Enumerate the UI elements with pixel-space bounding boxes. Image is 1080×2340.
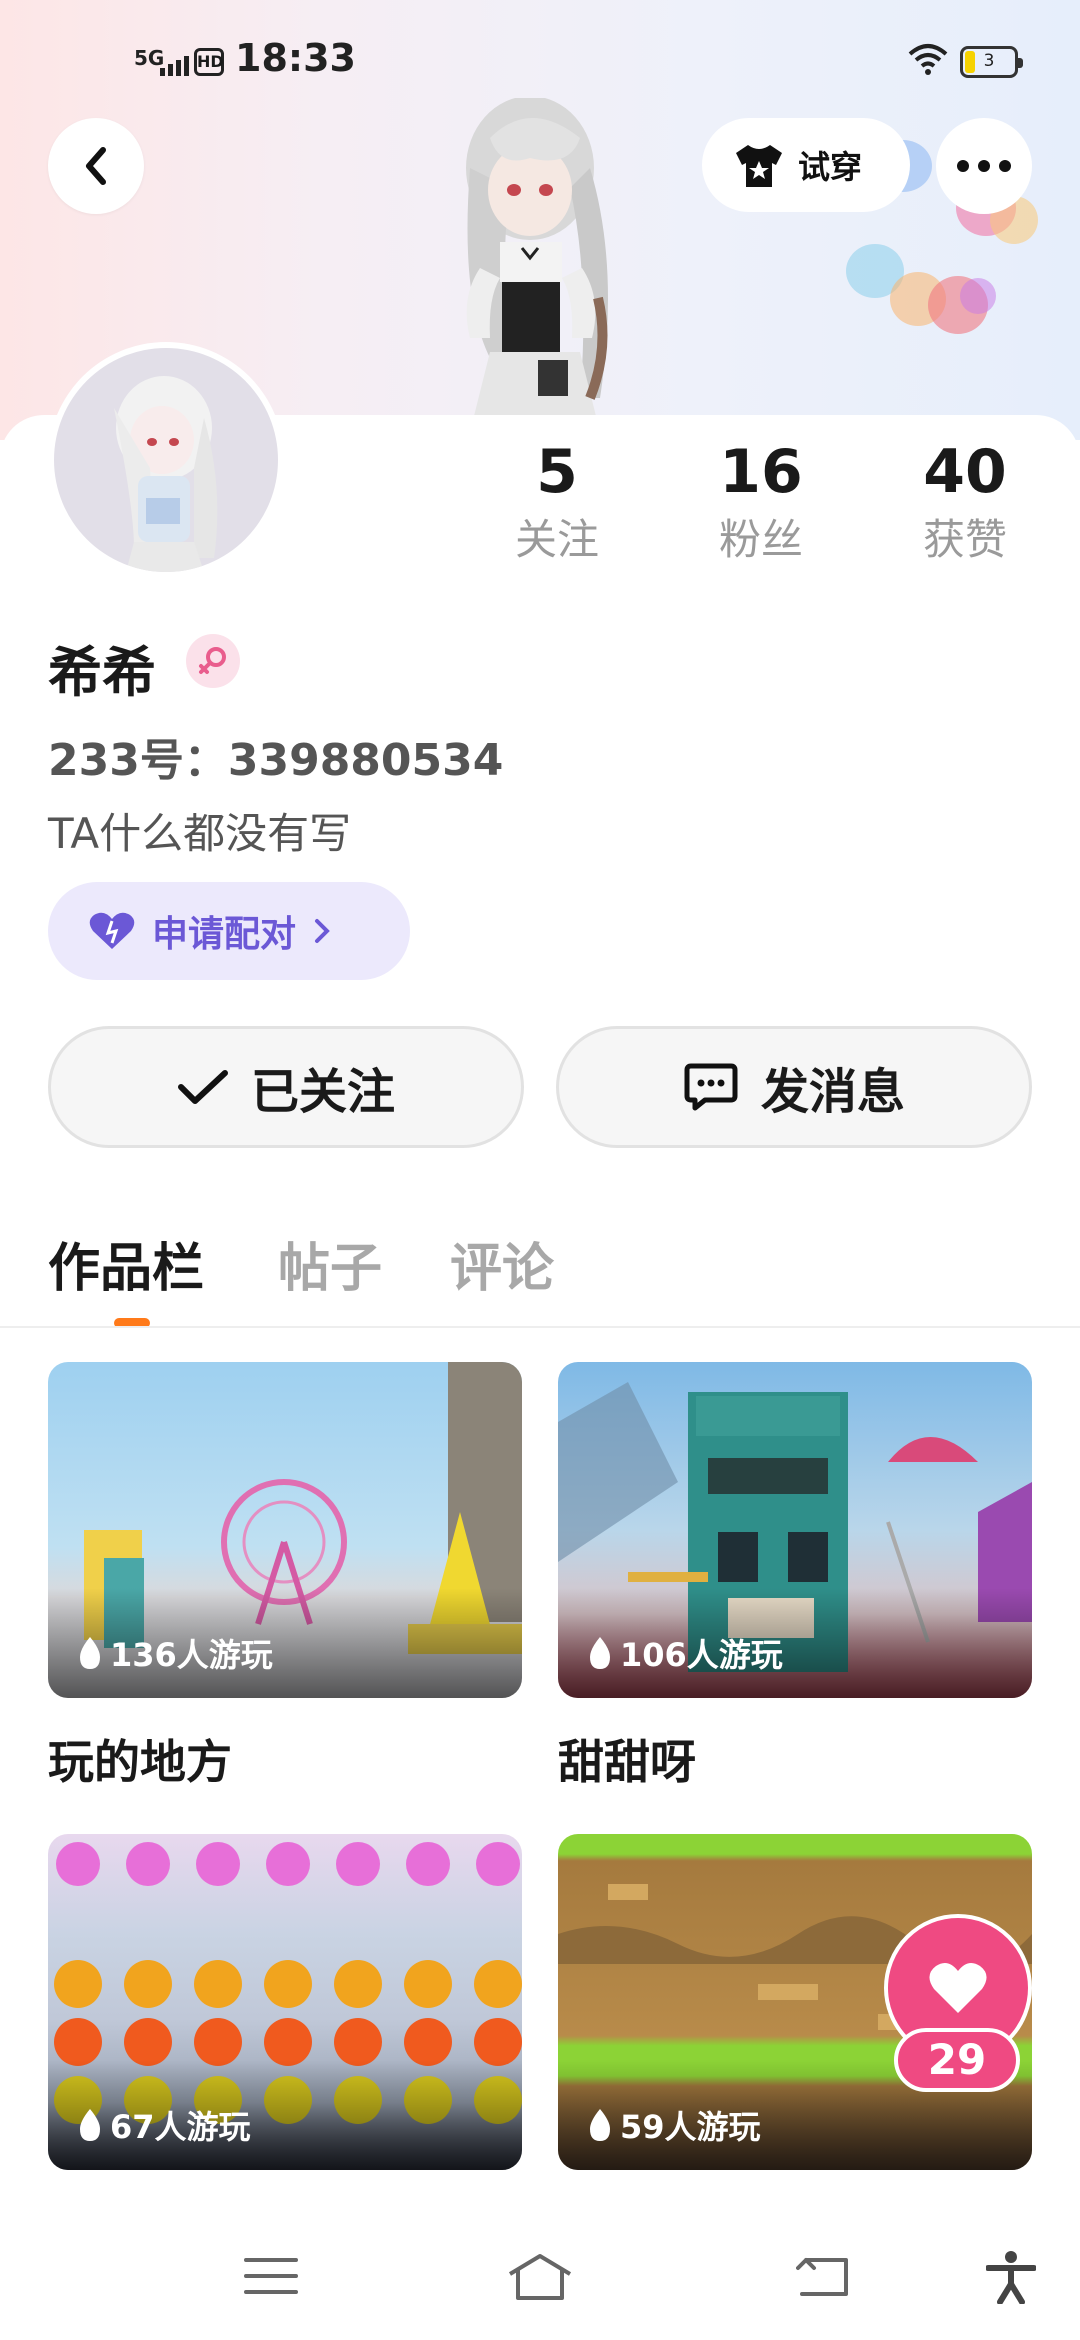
more-button[interactable] xyxy=(936,118,1032,214)
back-icon xyxy=(86,147,106,185)
profile-name: 希希 xyxy=(48,641,156,704)
stat-likes-label: 获赞 xyxy=(922,515,1007,564)
flame-icon xyxy=(590,1637,610,1669)
play-count: 136人游玩 xyxy=(76,1630,273,1676)
more-icon xyxy=(957,160,1011,172)
profile-uid: 233号：339880534 xyxy=(48,735,504,786)
return-icon[interactable] xyxy=(796,2256,852,2298)
work-title: 甜甜呀 xyxy=(558,1735,696,1789)
stat-following[interactable]: 5 关注 xyxy=(482,432,632,568)
stat-followers[interactable]: 16 粉丝 xyxy=(686,432,836,568)
profile-bio: TA什么都没有写 xyxy=(48,809,352,858)
work-card[interactable]: 136人游玩 玩的地方 xyxy=(48,1362,522,1792)
send-message-button[interactable]: 发消息 xyxy=(556,1026,1032,1148)
work-title: 玩的地方 xyxy=(48,1735,232,1789)
status-bar: 5G HD 18:33 3 xyxy=(0,34,1080,94)
work-card[interactable]: 67人游玩 xyxy=(48,1834,522,2170)
play-count-text: 59人游玩 xyxy=(620,2108,761,2146)
stat-following-label: 关注 xyxy=(514,515,599,564)
stat-following-value: 5 xyxy=(536,437,578,507)
tab-comments[interactable]: 评论 xyxy=(450,1226,554,1301)
status-time: 18:33 xyxy=(235,36,356,80)
signal-icon xyxy=(160,56,189,76)
play-count-text: 136人游玩 xyxy=(110,1636,273,1674)
hd-badge: HD xyxy=(194,48,224,76)
character-avatar-image xyxy=(466,98,608,440)
flame-icon xyxy=(80,1637,100,1669)
tshirt-icon xyxy=(736,145,782,187)
stat-likes-value: 40 xyxy=(923,437,1007,507)
play-count: 59人游玩 xyxy=(586,2102,761,2148)
heart-icon xyxy=(89,912,135,949)
send-message-label: 发消息 xyxy=(760,1064,905,1120)
content-tabs: 作品栏 帖子 评论 xyxy=(0,1226,1080,1328)
try-on-button[interactable]: 试穿 xyxy=(702,118,910,212)
followed-button[interactable]: 已关注 xyxy=(48,1026,524,1148)
play-count: 106人游玩 xyxy=(586,1630,783,1676)
wifi-icon xyxy=(908,44,948,75)
tab-posts[interactable]: 帖子 xyxy=(278,1226,382,1301)
flame-icon xyxy=(590,2109,610,2141)
work-thumbnail: 106人游玩 xyxy=(558,1362,1032,1698)
accessibility-icon[interactable] xyxy=(986,2250,1036,2304)
chevron-right-icon xyxy=(315,919,330,943)
avatar[interactable] xyxy=(48,342,284,578)
stat-followers-label: 粉丝 xyxy=(718,515,803,564)
system-nav-bar xyxy=(0,2212,1080,2340)
battery-icon: 3 xyxy=(960,46,1023,78)
flame-icon xyxy=(80,2109,100,2141)
avatar-character-icon xyxy=(114,376,218,572)
like-count: 29 xyxy=(894,2028,1020,2092)
play-count-text: 67人游玩 xyxy=(110,2108,251,2146)
work-thumbnail: 136人游玩 xyxy=(48,1362,522,1698)
home-icon[interactable] xyxy=(506,2252,574,2302)
floating-heart-icon xyxy=(960,278,996,314)
play-count: 67人游玩 xyxy=(76,2102,251,2148)
followed-label: 已关注 xyxy=(250,1064,395,1120)
female-icon xyxy=(186,634,240,688)
stat-followers-value: 16 xyxy=(719,437,803,507)
avatar-image xyxy=(54,348,278,572)
pair-request-button[interactable]: 申请配对 xyxy=(48,882,410,980)
try-on-label: 试穿 xyxy=(798,148,863,186)
play-count-text: 106人游玩 xyxy=(620,1636,783,1674)
menu-icon[interactable] xyxy=(244,2256,298,2296)
pair-request-label: 申请配对 xyxy=(152,914,297,955)
tab-works[interactable]: 作品栏 xyxy=(48,1226,204,1301)
back-button[interactable] xyxy=(48,118,144,214)
chat-icon xyxy=(684,1063,738,1111)
heart-icon xyxy=(929,1962,987,2013)
check-icon xyxy=(177,1070,228,1104)
stat-likes[interactable]: 40 获赞 xyxy=(890,432,1040,568)
work-card[interactable]: 106人游玩 甜甜呀 xyxy=(558,1362,1032,1792)
work-thumbnail: 67人游玩 xyxy=(48,1834,522,2170)
tabs-divider xyxy=(0,1326,1080,1328)
